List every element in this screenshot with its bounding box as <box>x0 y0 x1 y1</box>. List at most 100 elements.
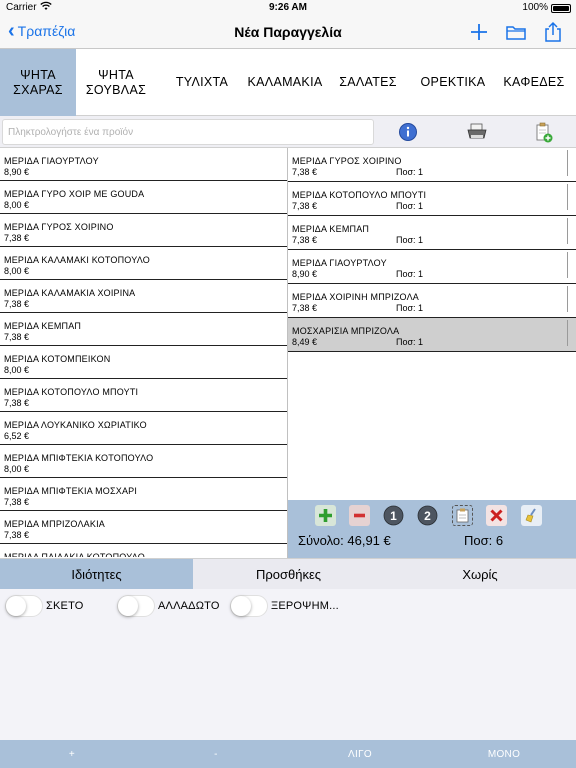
option-sketo[interactable]: ΣΚΕΤΟ <box>5 594 84 618</box>
order-row[interactable]: ΜΕΡΙΔΑ ΚΕΜΠΑΠ 7,38 € Ποσ: 1 <box>288 216 576 250</box>
order-item-name: ΜΕΡΙΔΑ ΧΟΙΡΙΝΗ ΜΠΡΙΖΟΛΑ <box>292 292 419 302</box>
product-row[interactable]: ΜΕΡΙΔΑ ΜΠΙΦΤΕΚΙΑ ΜΟΣΧΑΡΙ 7,38 € <box>0 478 287 511</box>
tab-tylixta[interactable]: ΤΥΛΙΧΤΑ <box>156 49 248 116</box>
tab-label: Χωρίς <box>462 566 498 582</box>
order-row[interactable]: ΜΕΡΙΔΑ ΓΙΑΟΥΡΤΛΟΥ 8,90 € Ποσ: 1 <box>288 250 576 284</box>
tab-properties[interactable]: Ιδιότητες <box>0 559 193 589</box>
product-row[interactable]: ΜΕΡΙΔΑ ΛΟΥΚΑΝΙΚΟ ΧΩΡΙΑΤΙΚΟ 6,52 € <box>0 412 287 445</box>
order-item-qty: Ποσ: 1 <box>396 167 424 177</box>
order-item-price: 8,49 € <box>292 337 318 347</box>
battery-percent: 100% <box>522 2 548 13</box>
product-row[interactable]: ΜΕΡΙΔΑ ΓΥΡΟΣ ΧΟΙΡΙΝΟ 7,38 € <box>0 214 287 247</box>
order-item-price: 7,38 € <box>292 201 318 211</box>
toggle-knob <box>118 596 138 616</box>
tab-orektika[interactable]: ΟΡΕΚΤΙΚΑ <box>414 49 492 116</box>
product-price: 7,38 € <box>4 299 30 309</box>
toggle-switch[interactable] <box>117 595 155 617</box>
tab-label: ΟΡΕΚΤΙΚΑ <box>420 75 486 89</box>
product-name: ΜΕΡΙΔΑ ΜΠΙΦΤΕΚΙΑ ΜΟΣΧΑΡΙ <box>4 486 138 496</box>
tab-additions[interactable]: Προσθήκες <box>193 559 384 589</box>
order-item-price: 7,38 € <box>292 303 318 313</box>
two-icon[interactable]: 2 <box>417 505 438 526</box>
printer-icon[interactable] <box>466 122 487 142</box>
product-row[interactable]: ΜΕΡΙΔΑ ΚΕΜΠΑΠ 7,38 € <box>0 313 287 346</box>
tab-without[interactable]: Χωρίς <box>384 559 576 589</box>
product-price: 7,38 € <box>4 398 30 408</box>
product-name: ΜΕΡΙΔΑ ΓΥΡΟΣ ΧΟΙΡΙΝΟ <box>4 222 114 232</box>
plus-icon[interactable] <box>468 21 490 43</box>
modifier-ligo-button[interactable]: ΛΙΓΟ <box>288 740 432 768</box>
product-row[interactable]: ΜΕΡΙΔΑ ΚΟΤΟΠΟΥΛΟ ΜΠΟΥΤΙ 7,38 € <box>0 379 287 412</box>
note-icon[interactable] <box>452 505 473 526</box>
info-icon[interactable] <box>398 122 418 142</box>
product-name: ΜΕΡΙΔΑ ΓΥΡΟ ΧΟΙΡ ΜΕ GOUDA <box>4 189 145 199</box>
add-icon[interactable] <box>315 505 336 526</box>
product-price: 8,90 € <box>4 167 30 177</box>
order-row[interactable]: ΜΕΡΙΔΑ ΓΥΡΟΣ ΧΟΙΡΙΝΟ 7,38 € Ποσ: 1 <box>288 148 576 182</box>
product-price: 7,38 € <box>4 332 30 342</box>
product-row[interactable]: ΜΕΡΙΔΑ ΚΟΤΟΜΠΕΙΚΟΝ 8,00 € <box>0 346 287 379</box>
order-list[interactable]: ΜΕΡΙΔΑ ΓΥΡΟΣ ΧΟΙΡΙΝΟ 7,38 € Ποσ: 1 ΜΕΡΙΔΑ Κ… <box>288 148 576 500</box>
product-row[interactable]: ΜΕΡΙΔΑ ΚΑΛΑΜΑΚΙΑ ΧΟΙΡΙΝΑ 7,38 € <box>0 280 287 313</box>
order-item-qty: Ποσ: 1 <box>396 201 424 211</box>
clock: 9:26 AM <box>269 2 307 13</box>
order-row[interactable]: ΜΕΡΙΔΑ ΚΟΤΟΠΟΥΛΟ ΜΠΟΥΤΙ 7,38 € Ποσ: 1 <box>288 182 576 216</box>
option-kseropsimeno[interactable]: ΞΕΡΟΨΗΜ... <box>230 594 339 618</box>
tab-label: Προσθήκες <box>255 566 322 582</box>
modifier-bar: + - ΛΙΓΟ ΜΟΝΟ <box>0 740 576 768</box>
product-row[interactable]: ΜΕΡΙΔΑ ΚΑΛΑΜΑΚΙ ΚΟΤΟΠΟΥΛΟ 8,00 € <box>0 247 287 280</box>
order-item-price: 8,90 € <box>292 269 318 279</box>
product-price: 7,38 € <box>4 497 30 507</box>
option-label: ΑΛΛΑΔΩΤΟ <box>158 600 220 612</box>
toggle-switch[interactable] <box>230 595 268 617</box>
order-item-price: 7,38 € <box>292 235 318 245</box>
product-price: 8,00 € <box>4 365 30 375</box>
product-row[interactable]: ΜΕΡΙΔΑ ΓΥΡΟ ΧΟΙΡ ΜΕ GOUDA 8,00 € <box>0 181 287 214</box>
navigation-bar: ‹ Τραπέζια Νέα Παραγγελία <box>0 16 576 49</box>
order-row[interactable]: ΜΟΣΧΑΡΙΣΙΑ ΜΠΡΙΖΟΛΑ 8,49 € Ποσ: 1 <box>288 318 576 352</box>
order-item-qty: Ποσ: 1 <box>396 235 424 245</box>
row-separator <box>567 218 568 244</box>
product-list[interactable]: ΜΕΡΙΔΑ ΓΙΑΟΥΡΤΛΟΥ 8,90 € ΜΕΡΙΔΑ ΓΥΡΟ ΧΟΙΡ … <box>0 148 287 557</box>
order-summary-panel: 1 2 Σύνολο: 46,91 € Ποσ: 6 <box>288 500 576 558</box>
tab-kalamakia[interactable]: ΚΑΛΑΜΑΚΙΑ <box>248 49 323 116</box>
order-item-name: ΜΕΡΙΔΑ ΚΟΤΟΠΟΥΛΟ ΜΠΟΥΤΙ <box>292 190 427 200</box>
status-bar: Carrier 9:26 AM 100% <box>0 0 576 16</box>
order-total: Σύνολο: 46,91 € <box>298 533 391 548</box>
folder-icon[interactable] <box>505 21 527 43</box>
order-item-qty: Ποσ: 1 <box>396 337 424 347</box>
share-icon[interactable] <box>542 21 564 43</box>
product-row[interactable]: ΜΕΡΙΔΑ ΜΠΡΙΖΟΛΑΚΙΑ 7,38 € <box>0 511 287 544</box>
modifier-plus-button[interactable]: + <box>0 740 144 768</box>
product-row[interactable]: ΜΕΡΙΔΑ ΠΑΙΔΑΚΙΑ ΚΟΤΟΠΟΥΛΟ <box>0 544 287 557</box>
battery-icon <box>551 4 571 13</box>
toggle-switch[interactable] <box>5 595 43 617</box>
product-row[interactable]: ΜΕΡΙΔΑ ΓΙΑΟΥΡΤΛΟΥ 8,90 € <box>0 148 287 181</box>
tab-psita-sxaras[interactable]: ΨΗΤΑ ΣΧΑΡΑΣ <box>0 49 76 116</box>
tab-label-line1: ΨΗΤΑ <box>98 67 134 82</box>
product-search-input[interactable] <box>2 119 374 145</box>
tab-kafedes[interactable]: ΚΑΦΕΔΕΣ <box>492 49 576 116</box>
modifier-mono-button[interactable]: ΜΟΝΟ <box>432 740 576 768</box>
tab-psita-souvlas[interactable]: ΨΗΤΑ ΣΟΥΒΛΑΣ <box>76 49 156 116</box>
svg-text:1: 1 <box>390 509 397 523</box>
order-item-name: ΜΕΡΙΔΑ ΚΕΜΠΑΠ <box>292 224 370 234</box>
modifier-minus-button[interactable]: - <box>144 740 288 768</box>
product-name: ΜΕΡΙΔΑ ΚΑΛΑΜΑΚΙΑ ΧΟΙΡΙΝΑ <box>4 288 136 298</box>
tab-label: ΨΗΤΑ ΣΧΑΡΑΣ <box>13 68 63 98</box>
add-document-icon[interactable] <box>534 122 554 143</box>
option-alladoto[interactable]: ΑΛΛΑΔΩΤΟ <box>117 594 220 618</box>
detail-tabs: Ιδιότητες Προσθήκες Χωρίς <box>0 558 576 589</box>
product-row[interactable]: ΜΕΡΙΔΑ ΜΠΙΦΤΕΚΙΑ ΚΟΤΟΠΟΥΛΟ 8,00 € <box>0 445 287 478</box>
tab-salates[interactable]: ΣΑΛΑΤΕΣ <box>322 49 414 116</box>
row-separator <box>567 252 568 278</box>
remove-icon[interactable] <box>349 505 370 526</box>
delete-icon[interactable] <box>486 505 507 526</box>
option-label: ΞΕΡΟΨΗΜ... <box>271 600 339 612</box>
order-row[interactable]: ΜΕΡΙΔΑ ΧΟΙΡΙΝΗ ΜΠΡΙΖΟΛΑ 7,38 € Ποσ: 1 <box>288 284 576 318</box>
clear-icon[interactable] <box>521 505 542 526</box>
product-price: 8,00 € <box>4 200 30 210</box>
product-name: ΜΕΡΙΔΑ ΜΠΙΦΤΕΚΙΑ ΚΟΤΟΠΟΥΛΟ <box>4 453 154 463</box>
one-icon[interactable]: 1 <box>383 505 404 526</box>
product-name: ΜΕΡΙΔΑ ΚΟΤΟΠΟΥΛΟ ΜΠΟΥΤΙ <box>4 387 139 397</box>
